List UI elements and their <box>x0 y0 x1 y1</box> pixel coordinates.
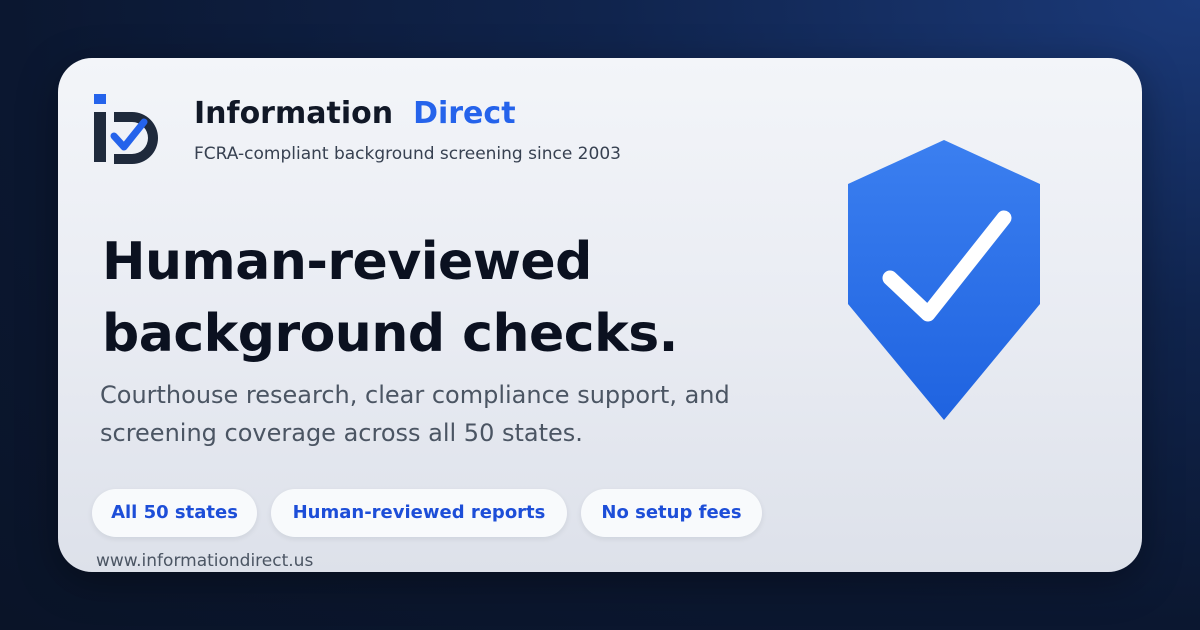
hero-headline-line2: background checks. <box>102 304 678 364</box>
id-check-logo-icon <box>94 94 158 164</box>
hero-subtext: Courthouse research, clear compliance su… <box>100 376 730 452</box>
hero-subtext-line2: screening coverage across all 50 states. <box>100 419 583 447</box>
brand-name-part1: Information <box>194 96 394 131</box>
shield-check-icon <box>848 140 1040 420</box>
brand-name-part2: Direct <box>413 96 516 131</box>
hero-headline: Human-reviewed background checks. <box>102 226 678 370</box>
feature-pill-all-states: All 50 states <box>92 489 257 537</box>
brand-name: Information Direct <box>194 96 516 131</box>
promo-card: Information Direct FCRA-compliant backgro… <box>58 58 1142 572</box>
website-url: www.informationdirect.us <box>96 551 314 571</box>
feature-pill-no-setup-fees: No setup fees <box>581 489 762 537</box>
brand-tagline: FCRA-compliant background screening sinc… <box>194 144 621 164</box>
hero-headline-line1: Human-reviewed <box>102 232 592 292</box>
feature-pill-human-reviewed: Human-reviewed reports <box>271 489 567 537</box>
hero-subtext-line1: Courthouse research, clear compliance su… <box>100 381 730 409</box>
